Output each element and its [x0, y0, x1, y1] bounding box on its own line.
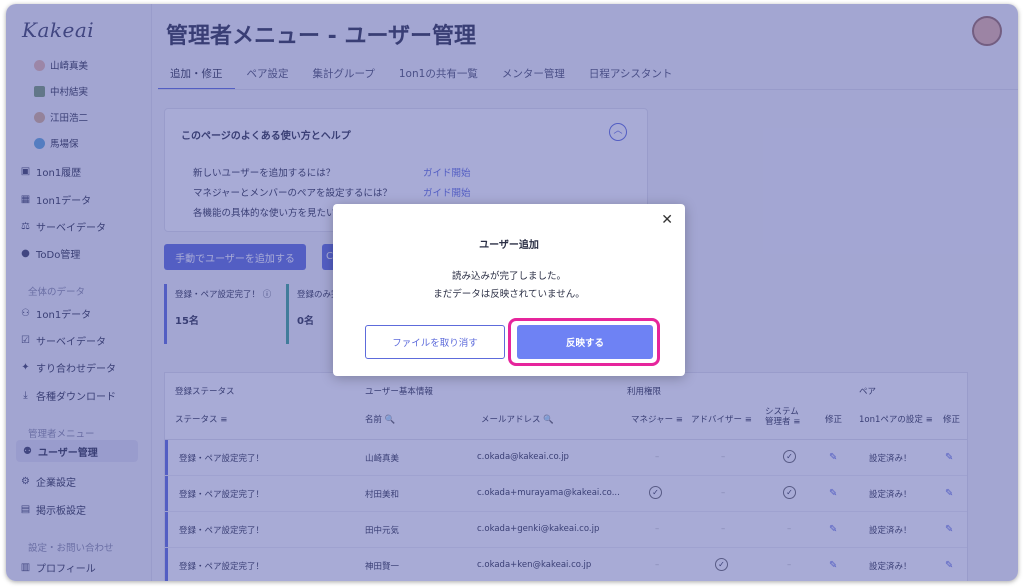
user-add-dialog: ✕ ユーザー追加 読み込みが完了しました。 まだデータは反映されていません。 フ…: [333, 204, 685, 376]
dialog-message-line1: 読み込みが完了しました。: [451, 271, 566, 282]
cancel-file-button[interactable]: ファイルを取り消す: [365, 325, 505, 359]
dialog-message-line2: まだデータは反映されていません。: [433, 289, 585, 300]
dialog-title: ユーザー追加: [479, 240, 539, 251]
apply-button[interactable]: 反映する: [517, 325, 653, 359]
close-icon[interactable]: ✕: [661, 212, 673, 228]
